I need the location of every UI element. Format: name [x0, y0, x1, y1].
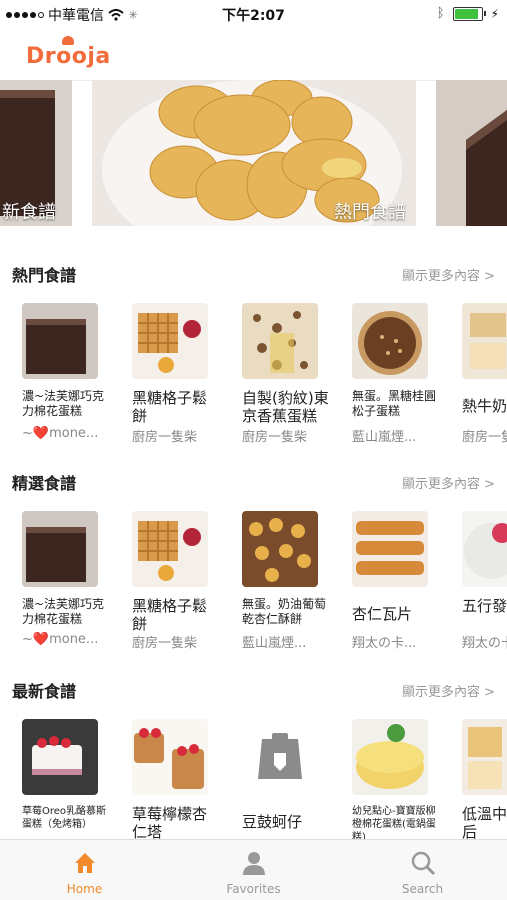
recipe-title: 自製(豹紋)東京香蕉蛋糕 [242, 389, 329, 425]
section-title-featured: 精選食譜 [12, 474, 77, 493]
carousel-label-hot: 熱門食譜 [334, 202, 406, 223]
carousel-label-new: 新食譜 [2, 202, 56, 223]
recipe-author: 翔太の卡 [462, 636, 507, 651]
recipe-title: 幼兒點心-寶寶版柳橙棉花蛋糕(電鍋蛋糕) [352, 806, 436, 839]
tab-bar: Home Favorites Search [0, 839, 507, 900]
recipe-author: 藍山嵐煙... [352, 430, 417, 445]
recipe-thumbnail [352, 511, 428, 587]
recipe-thumbnail [352, 303, 428, 379]
app-logo: Drooja [26, 36, 111, 69]
recipe-thumbnail [352, 719, 428, 795]
recipe-title: 濃~法芙娜巧克力棉花蛋糕 [22, 597, 105, 626]
recipe-title: 黑糖格子鬆餅 [132, 389, 208, 425]
recipe-author: ~❤️mone... [22, 426, 99, 441]
recipe-thumbnail [132, 511, 208, 587]
section-title-hot: 熱門食譜 [12, 266, 77, 285]
status-time: 下午2:07 [222, 8, 285, 24]
recipe-thumbnail [462, 719, 507, 795]
featured-carousel[interactable]: 新食譜 熱門食譜 [0, 80, 507, 226]
recipe-row-featured[interactable]: 濃~法芙娜巧克力棉花蛋糕 ~❤️mone... 黑糖格子鬆餅 廚房一隻柴 無蛋。… [0, 511, 507, 661]
recipe-author: 翔太の卡... [352, 636, 417, 651]
recipe-title: 熱牛奶 [462, 397, 507, 415]
recipe-author: ~❤️mone... [22, 632, 99, 647]
recipe-title: 黑糖格子鬆餅 [132, 597, 208, 633]
bluetooth-icon: ᛒ [436, 6, 445, 21]
tab-search-label: Search [401, 882, 444, 896]
tab-favorites-label: Favorites [226, 882, 281, 896]
recipe-row-new[interactable]: 草莓Oreo乳酪慕斯蛋糕（免烤箱） 草莓檸檬杏仁塔 豆鼓蚵仔 幼兒點心-寶寶版柳… [0, 719, 507, 839]
recipe-title: 濃~法芙娜巧克力棉花蛋糕 [22, 389, 105, 418]
tab-search[interactable]: Search [338, 840, 507, 900]
recipe-thumbnail [462, 303, 507, 379]
recipe-thumbnail [22, 303, 98, 379]
chef-hat-icon [62, 36, 74, 45]
charging-icon: ⚡ [490, 6, 499, 21]
recipe-title: 無蛋。黑糖桂圓松子蛋糕 [352, 389, 437, 418]
recipe-thumbnail [132, 719, 208, 795]
recipe-thumbnail [22, 511, 98, 587]
recipe-thumbnail [462, 511, 507, 587]
recipe-thumbnail [242, 303, 318, 379]
recipe-thumbnail [22, 719, 98, 795]
recipe-author: 藍山嵐煙... [242, 636, 307, 651]
status-bar: 中華電信 ✳ 下午2:07 ᛒ ⚡ [0, 0, 507, 28]
carousel-slide-next[interactable] [436, 80, 507, 226]
section-title-new: 最新食譜 [12, 682, 77, 701]
recipe-thumbnail [132, 303, 208, 379]
recipe-title: 五行發抹茶 [462, 597, 507, 615]
recipe-author: 廚房一隻柴 [132, 430, 198, 445]
search-icon [411, 851, 436, 876]
recipe-author: 廚房一隻柴 [242, 430, 308, 445]
recipe-thumbnail [242, 511, 318, 587]
person-icon [243, 852, 265, 875]
tab-favorites[interactable]: Favorites [169, 840, 338, 900]
tab-home[interactable]: Home [0, 840, 169, 900]
carousel-slide-hot[interactable]: 熱門食譜 [92, 80, 416, 226]
show-more-featured-link[interactable]: 顯示更多內容 > [402, 473, 495, 492]
battery-icon [452, 6, 486, 21]
recipe-placeholder-icon [242, 719, 318, 795]
carousel-slide-new[interactable]: 新食譜 [0, 80, 72, 226]
recipe-row-hot[interactable]: 濃~法芙娜巧克力棉花蛋糕 ~❤️mone... 黑糖格子鬆餅 廚房一隻柴 自製(… [0, 303, 507, 453]
recipe-author: 廚房一隻 [462, 430, 507, 445]
recipe-title: 杏仁瓦片 [352, 605, 413, 623]
tab-home-label: Home [66, 882, 103, 896]
recipe-title: 草莓Oreo乳酪慕斯蛋糕（免烤箱） [22, 806, 107, 830]
recipe-author: 廚房一隻柴 [132, 636, 198, 651]
recipe-title: 低溫中莉皇后 [462, 805, 507, 839]
home-icon [75, 853, 95, 873]
recipe-title: 豆鼓蚵仔 [242, 813, 303, 831]
recipe-title: 草莓檸檬杏仁塔 [132, 805, 208, 839]
app-header: Drooja [0, 28, 507, 81]
recipe-title: 無蛋。奶油葡萄乾杏仁酥餅 [242, 597, 327, 626]
show-more-hot-link[interactable]: 顯示更多內容 > [402, 265, 495, 284]
show-more-new-link[interactable]: 顯示更多內容 > [402, 681, 495, 700]
